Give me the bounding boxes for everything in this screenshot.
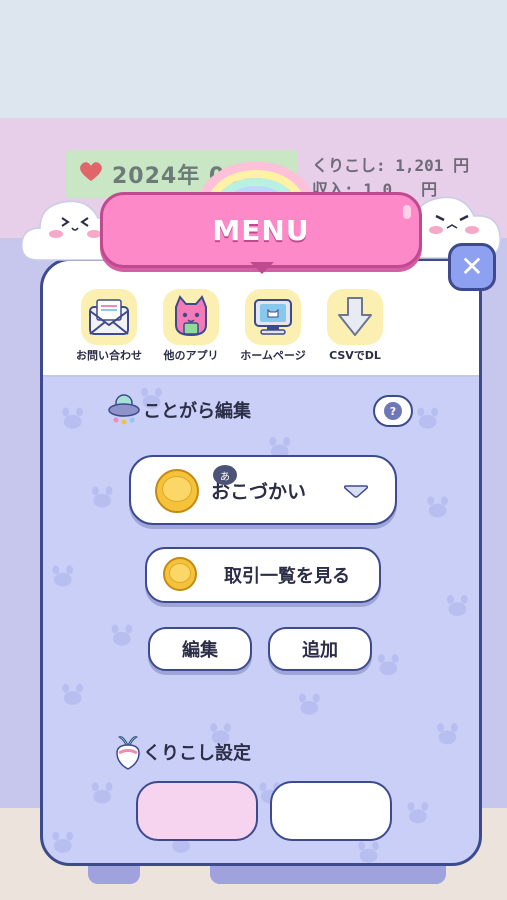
computer-icon	[254, 299, 292, 335]
menu-title-pointer	[250, 262, 274, 274]
small-coin-icon	[163, 557, 197, 591]
edit-button[interactable]: 編集	[148, 627, 252, 671]
homepage-icon-tile	[245, 289, 301, 345]
help-button[interactable]: ?	[373, 395, 413, 427]
coin-icon	[155, 469, 199, 513]
csv-download-label: CSVでDL	[329, 349, 381, 362]
homepage-label: ホームページ	[240, 349, 306, 362]
kana-badge: あ	[213, 465, 237, 485]
paw-pattern-background	[52, 387, 468, 863]
category-section-title: ことがら編集	[143, 401, 251, 422]
shortcut-bar: お問い合わせ 他のアプリ ホームページ CSVでDL	[43, 261, 479, 377]
add-button[interactable]: 追加	[268, 627, 372, 671]
download-arrow-icon	[338, 297, 372, 336]
radish-icon	[116, 736, 140, 770]
menu-title-banner: MENU	[100, 192, 422, 268]
envelope-icon	[89, 299, 129, 335]
menu-panel: お問い合わせ 他のアプリ ホームページ CSVでDL ことがら編集 ? おこづか…	[40, 258, 482, 866]
status-bar-area	[0, 0, 507, 118]
other-apps-label: 他のアプリ	[163, 349, 219, 362]
help-icon: ?	[384, 402, 402, 420]
carryover-option-left[interactable]	[136, 781, 258, 841]
add-label: 追加	[302, 640, 338, 661]
pink-cat-icon	[175, 295, 207, 337]
other-apps-button[interactable]: 他のアプリ	[151, 289, 231, 363]
close-icon: ✕	[460, 250, 484, 283]
close-button[interactable]: ✕	[448, 243, 496, 291]
heart-icon	[80, 162, 102, 181]
carryover-option-right[interactable]	[270, 781, 392, 841]
edit-label: 編集	[182, 640, 218, 661]
background-carryover: くりこし: 1,201 円	[312, 156, 470, 175]
contact-button[interactable]: お問い合わせ	[69, 289, 149, 363]
menu-title: MENU	[212, 213, 310, 247]
csv-download-icon-tile	[327, 289, 383, 345]
other-apps-icon-tile	[163, 289, 219, 345]
contact-icon-tile	[81, 289, 137, 345]
view-transactions-label: 取引一覧を見る	[224, 566, 350, 587]
ufo-icon	[108, 394, 140, 425]
contact-label: お問い合わせ	[76, 349, 142, 362]
chevron-down-icon	[343, 485, 369, 498]
csv-download-button[interactable]: CSVでDL	[315, 289, 395, 363]
carryover-section-title: くりこし設定	[143, 743, 251, 764]
homepage-button[interactable]: ホームページ	[233, 289, 313, 363]
